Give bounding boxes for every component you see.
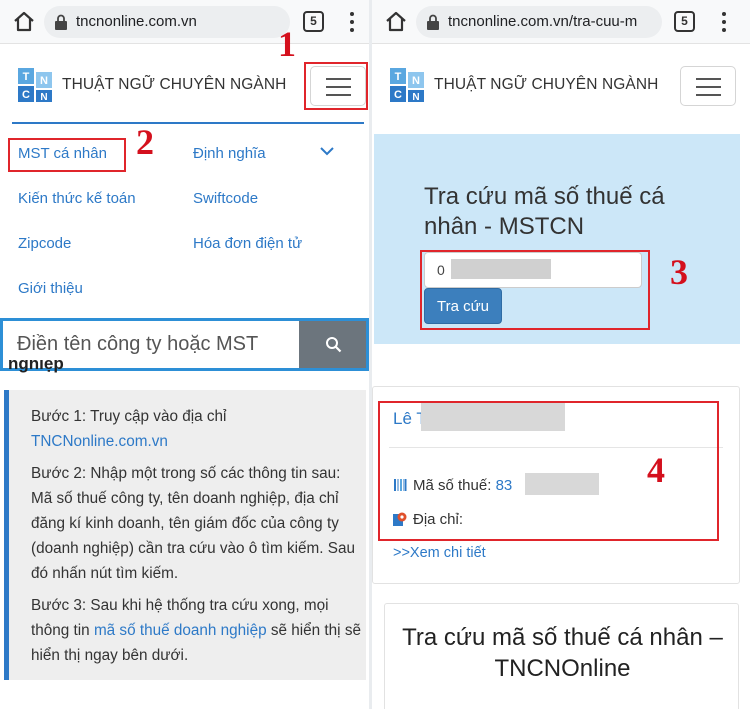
annotation-number-1: 1 bbox=[278, 24, 296, 64]
browser-toolbar: tncnonline.com.vn/tra-cuu-m 5 bbox=[372, 0, 750, 44]
logo-letter: N bbox=[40, 75, 48, 87]
site-logo[interactable]: T N C N bbox=[18, 68, 52, 102]
search-icon bbox=[326, 337, 342, 353]
search-button[interactable] bbox=[299, 321, 366, 368]
lock-icon bbox=[427, 14, 439, 30]
left-phone-screen: tncnonline.com.vn 5 T N C N THUẬT NGỮ CH… bbox=[0, 0, 369, 709]
logo-letter: C bbox=[394, 89, 402, 101]
menu-item-dinh-nghia[interactable]: Định nghĩa bbox=[193, 145, 266, 162]
tab-count-button[interactable]: 5 bbox=[303, 11, 324, 32]
url-text: tncnonline.com.vn/tra-cuu-m bbox=[448, 13, 638, 30]
site-link[interactable]: TNCNonline.com.vn bbox=[31, 433, 168, 450]
logo-letter: C bbox=[22, 89, 30, 101]
hamburger-menu-button[interactable] bbox=[680, 66, 736, 106]
logo-letter: T bbox=[23, 71, 30, 83]
site-logo[interactable]: T N C N bbox=[390, 68, 424, 102]
menu-item-hoa-don-dien-tu[interactable]: Hóa đơn điện tử bbox=[193, 235, 302, 252]
right-phone-screen: tncnonline.com.vn/tra-cuu-m 5 T N C N TH… bbox=[372, 0, 750, 709]
logo-letter: N bbox=[412, 92, 419, 102]
annotation-box-2 bbox=[8, 138, 126, 172]
menu-item-zipcode[interactable]: Zipcode bbox=[18, 235, 71, 252]
step-2: Bước 2: Nhập một trong số các thông tin … bbox=[31, 465, 355, 582]
url-text: tncnonline.com.vn bbox=[76, 13, 197, 30]
annotation-box-4 bbox=[378, 401, 719, 541]
step-1-text: Bước 1: Truy cập vào địa chỉ bbox=[31, 408, 227, 425]
menu-item-gioi-thieu[interactable]: Giới thiệu bbox=[18, 280, 83, 297]
bottom-title: Tra cứu mã số thuế cá nhân – TNCNOnline bbox=[402, 624, 723, 682]
mst-doanh-nghiep-link[interactable]: mã số thuế doanh nghiệp bbox=[94, 622, 267, 639]
logo-letter: T bbox=[395, 71, 402, 83]
nav-divider bbox=[12, 122, 364, 124]
logo-letter: N bbox=[412, 75, 420, 87]
step-3: Bước 3: Sau khi hệ thống tra cứu xong, m… bbox=[31, 593, 365, 668]
home-icon[interactable] bbox=[12, 10, 36, 34]
logo-letter: N bbox=[40, 92, 47, 102]
browser-menu-icon[interactable] bbox=[348, 10, 356, 34]
step-1: Bước 1: Truy cập vào địa chỉ TNCNonline.… bbox=[31, 404, 365, 454]
partial-heading: nghiệp bbox=[8, 360, 64, 373]
browser-menu-icon[interactable] bbox=[720, 10, 728, 34]
tab-count-button[interactable]: 5 bbox=[674, 11, 695, 32]
lock-icon bbox=[55, 14, 67, 30]
site-title[interactable]: THUẬT NGỮ CHUYÊN NGÀNH bbox=[62, 76, 286, 94]
annotation-box-3 bbox=[420, 250, 650, 330]
chevron-down-icon[interactable] bbox=[320, 146, 334, 156]
xem-chi-tiet-link[interactable]: >>Xem chi tiết bbox=[393, 545, 486, 561]
address-bar[interactable]: tncnonline.com.vn/tra-cuu-m bbox=[416, 6, 662, 38]
annotation-number-3: 3 bbox=[670, 252, 688, 292]
browser-toolbar: tncnonline.com.vn 5 bbox=[0, 0, 369, 44]
annotation-number-4: 4 bbox=[647, 450, 665, 490]
home-icon[interactable] bbox=[384, 10, 408, 34]
menu-item-kien-thuc-ke-toan[interactable]: Kiến thức kế toán bbox=[18, 190, 136, 207]
annotation-number-2: 2 bbox=[136, 122, 154, 162]
bottom-heading-card: Tra cứu mã số thuế cá nhân – TNCNOnline bbox=[384, 603, 739, 709]
site-header: T N C N THUẬT NGỮ CHUYÊN NGÀNH bbox=[372, 44, 750, 124]
lookup-title: Tra cứu mã số thuế cá nhân - MSTCN bbox=[424, 183, 665, 240]
annotation-box-1 bbox=[304, 62, 368, 110]
site-title[interactable]: THUẬT NGỮ CHUYÊN NGÀNH bbox=[434, 76, 658, 94]
menu-item-swiftcode[interactable]: Swiftcode bbox=[193, 190, 258, 207]
instruction-box: Bước 1: Truy cập vào địa chỉ TNCNonline.… bbox=[4, 390, 366, 680]
address-bar[interactable]: tncnonline.com.vn bbox=[44, 6, 290, 38]
